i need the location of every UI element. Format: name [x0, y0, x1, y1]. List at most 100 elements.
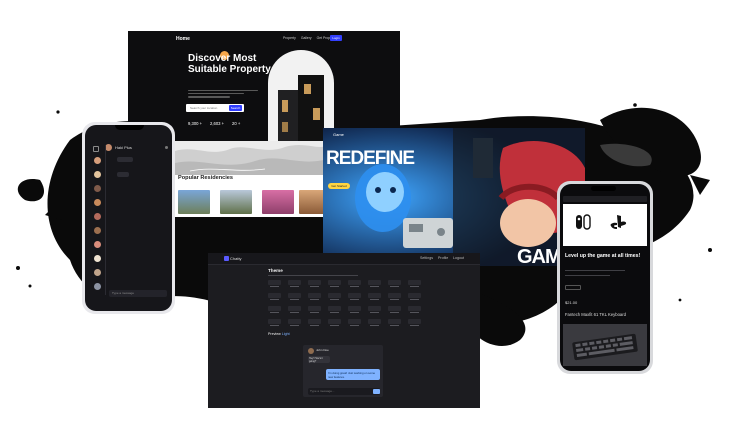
theme-swatch[interactable]	[268, 293, 281, 298]
phone-screen: Haki Plus Type a message	[85, 125, 172, 311]
residence-thumbnail[interactable]	[178, 190, 210, 214]
contact-avatar	[308, 348, 314, 354]
theme-swatch-label	[370, 325, 379, 326]
contact-avatar[interactable]	[94, 269, 101, 276]
theme-swatch[interactable]	[368, 293, 381, 298]
contact-avatar[interactable]	[94, 241, 101, 248]
theme-swatch-label	[290, 299, 299, 300]
chat-message	[117, 157, 133, 162]
switch-icon[interactable]	[575, 214, 591, 230]
theme-swatch[interactable]	[308, 306, 321, 311]
theme-swatch[interactable]	[348, 306, 361, 311]
contact-avatar[interactable]	[94, 227, 101, 234]
theme-swatch[interactable]	[308, 280, 321, 285]
theme-swatch[interactable]	[348, 293, 361, 298]
send-button[interactable]	[373, 389, 380, 394]
residence-thumbnail[interactable]	[262, 190, 294, 214]
theme-swatch[interactable]	[268, 319, 281, 324]
theme-swatch[interactable]	[328, 319, 341, 324]
preview-theme-name: Light	[281, 332, 290, 336]
preview-message-input[interactable]: Type a message...	[308, 388, 380, 395]
theme-swatch-label	[270, 325, 279, 326]
contact-avatar[interactable]	[94, 255, 101, 262]
theme-swatch[interactable]	[368, 306, 381, 311]
theme-swatch[interactable]	[408, 319, 421, 324]
nav-item-property[interactable]: Property	[283, 36, 296, 40]
theme-swatch[interactable]	[348, 319, 361, 324]
theme-swatch[interactable]	[288, 293, 301, 298]
contact-avatar[interactable]	[94, 171, 101, 178]
theme-swatch[interactable]	[288, 306, 301, 311]
theme-swatch[interactable]	[408, 293, 421, 298]
product-name[interactable]: Fantech Maxfit 61 TKL Keyboard	[565, 312, 626, 317]
theme-swatch[interactable]	[368, 280, 381, 285]
logout-link[interactable]: Logout	[453, 256, 464, 260]
contact-avatar[interactable]	[94, 213, 101, 220]
shop-button[interactable]	[565, 285, 581, 290]
theme-swatch-label	[410, 325, 419, 326]
chat-contact-name: Haki Plus	[115, 145, 132, 150]
theme-swatch[interactable]	[328, 293, 341, 298]
app-brand[interactable]: Chatty	[230, 256, 242, 261]
theme-swatch[interactable]	[388, 306, 401, 311]
text-line	[565, 275, 610, 277]
gaming-logo[interactable]: Game	[333, 132, 344, 137]
playstation-icon[interactable]	[610, 213, 630, 231]
hero-headline-redefine: REDEFINE	[326, 148, 415, 169]
contact-avatar[interactable]	[94, 199, 101, 206]
theme-swatch[interactable]	[308, 319, 321, 324]
property-logo[interactable]: Home	[176, 36, 190, 42]
theme-swatch-label	[390, 312, 399, 313]
theme-swatch[interactable]	[388, 319, 401, 324]
theme-swatch[interactable]	[308, 293, 321, 298]
theme-swatch-label	[350, 286, 359, 287]
contact-avatar[interactable]	[94, 283, 101, 290]
theme-section-title: Theme	[268, 268, 283, 273]
theme-swatch[interactable]	[408, 306, 421, 311]
theme-swatch[interactable]	[328, 306, 341, 311]
theme-swatch[interactable]	[368, 319, 381, 324]
profile-link[interactable]: Profile	[438, 256, 448, 260]
theme-swatch-label	[410, 299, 419, 300]
theme-swatch-label	[370, 299, 379, 300]
close-icon[interactable]	[165, 146, 168, 149]
login-button[interactable]: Login	[330, 35, 342, 41]
residence-thumbnail[interactable]	[220, 190, 252, 214]
theme-swatch[interactable]	[288, 319, 301, 324]
contact-avatar[interactable]	[94, 185, 101, 192]
chat-message	[117, 172, 129, 177]
chat-logo-icon	[224, 256, 229, 261]
theme-swatch-label	[410, 286, 419, 287]
theme-swatch[interactable]	[408, 280, 421, 285]
contact-avatar[interactable]	[94, 157, 101, 164]
menu-icon[interactable]	[93, 146, 99, 152]
nav-item-gallery[interactable]: Gallery	[301, 36, 312, 40]
stat-happy-customers: 2,603 +	[210, 121, 225, 126]
residence-thumbnail[interactable]	[299, 190, 325, 214]
theme-swatch[interactable]	[328, 280, 341, 285]
message-input[interactable]: Type a message	[109, 290, 167, 297]
keyboard-product-image[interactable]	[563, 324, 647, 366]
theme-swatch-label	[290, 325, 299, 326]
search-button[interactable]: Search	[229, 105, 242, 111]
theme-swatch[interactable]	[388, 280, 401, 285]
theme-swatch[interactable]	[268, 306, 281, 311]
theme-swatch-label	[310, 299, 319, 300]
sent-message: I'm doing great! Just working on some ne…	[326, 369, 380, 380]
phone-notch	[115, 125, 144, 130]
theme-swatch-label	[330, 312, 339, 313]
shop-phone-mockup: Level up the game at all times! $21.00 F…	[557, 181, 653, 374]
theme-swatch-label	[330, 299, 339, 300]
sidebar-divider	[105, 145, 106, 295]
preview-contact-name: John Doe	[316, 348, 329, 352]
theme-swatch[interactable]	[288, 280, 301, 285]
avatar[interactable]	[105, 144, 112, 151]
theme-swatch[interactable]	[268, 280, 281, 285]
text-line	[565, 270, 625, 272]
search-input[interactable]: Search your location	[190, 105, 217, 111]
settings-link[interactable]: Settings	[420, 256, 433, 260]
theme-swatch[interactable]	[388, 293, 401, 298]
get-started-button[interactable]: Get Started	[328, 183, 350, 189]
theme-swatch[interactable]	[348, 280, 361, 285]
theme-swatch-label	[310, 325, 319, 326]
